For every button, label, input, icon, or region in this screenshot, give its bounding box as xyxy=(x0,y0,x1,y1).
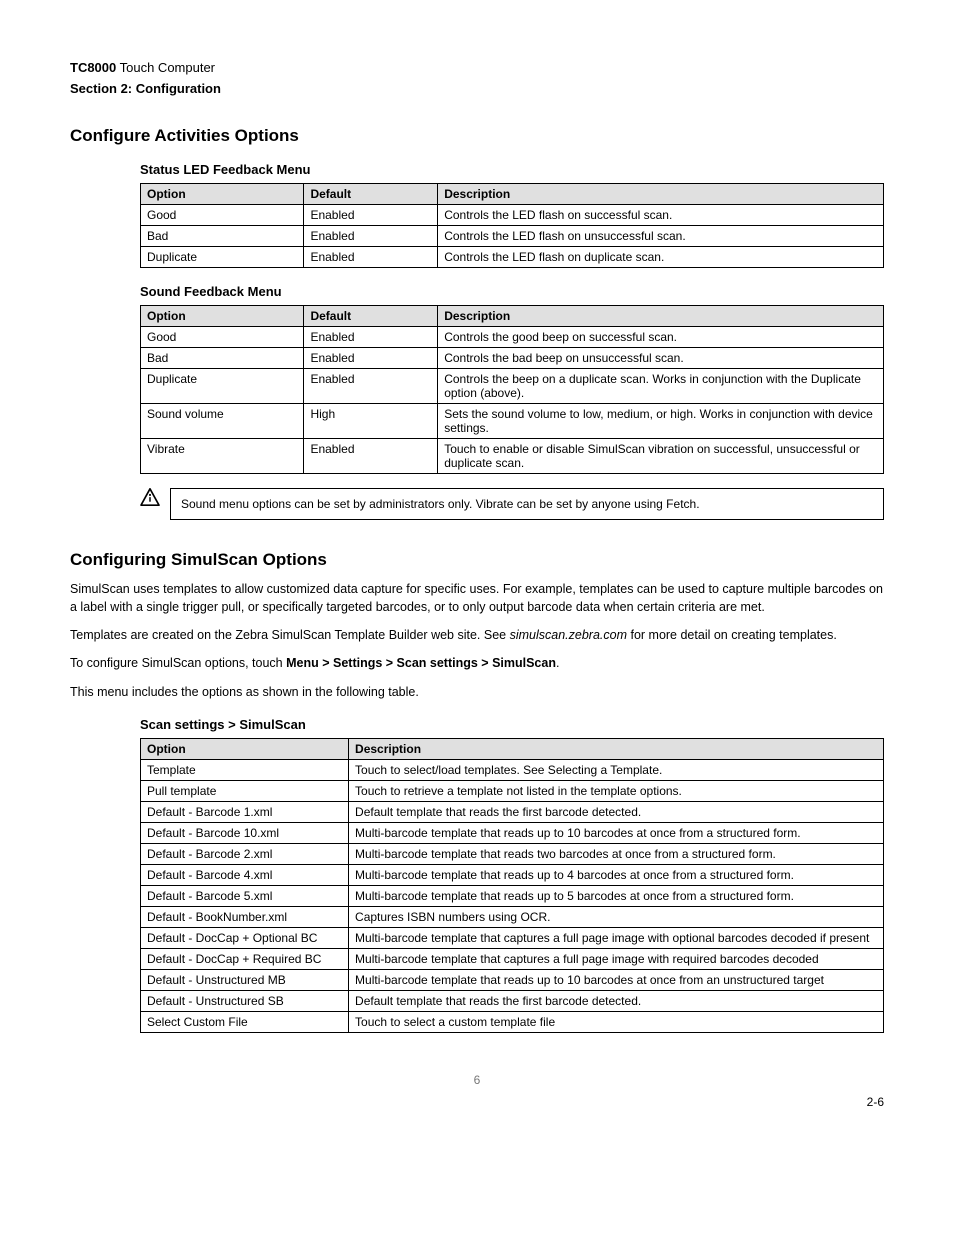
table-row: Default - Barcode 4.xmlMulti-barcode tem… xyxy=(141,864,884,885)
table-row: GoodEnabledControls the good beep on suc… xyxy=(141,327,884,348)
col-description: Description xyxy=(438,184,884,205)
para2-pre: Templates are created on the Zebra Simul… xyxy=(70,628,510,642)
info-icon xyxy=(140,488,160,506)
status-led-table: Option Default Description GoodEnabledCo… xyxy=(140,183,884,268)
table-row: Pull templateTouch to retrieve a templat… xyxy=(141,780,884,801)
table2-caption: Sound Feedback Menu xyxy=(140,284,884,299)
col-description: Description xyxy=(438,306,884,327)
page-number-right: 2-6 xyxy=(70,1095,884,1109)
table1-caption: Status LED Feedback Menu xyxy=(140,162,884,177)
table-row: Option Description xyxy=(141,738,884,759)
table-row: Default - DocCap + Required BCMulti-barc… xyxy=(141,948,884,969)
para4: This menu includes the options as shown … xyxy=(70,683,884,701)
table-row: Default - Unstructured MBMulti-barcode t… xyxy=(141,969,884,990)
para3-post: . xyxy=(556,656,559,670)
col-option: Option xyxy=(141,306,304,327)
table-row: Default - Barcode 5.xmlMulti-barcode tem… xyxy=(141,885,884,906)
table-row: BadEnabledControls the bad beep on unsuc… xyxy=(141,348,884,369)
table-row: Default - Unstructured SBDefault templat… xyxy=(141,990,884,1011)
table-row: Sound volumeHighSets the sound volume to… xyxy=(141,404,884,439)
table-row: TemplateTouch to select/load templates. … xyxy=(141,759,884,780)
table-row: DuplicateEnabledControls the beep on a d… xyxy=(141,369,884,404)
table-row: GoodEnabledControls the LED flash on suc… xyxy=(141,205,884,226)
para1: SimulScan uses templates to allow custom… xyxy=(70,580,884,616)
model-name: TC8000 xyxy=(70,60,116,75)
page-number-center: 6 xyxy=(70,1073,884,1087)
menu-path: Menu > Settings > Scan settings > SimulS… xyxy=(286,656,556,670)
col-default: Default xyxy=(304,184,438,205)
table-row: Default - Barcode 1.xmlDefault template … xyxy=(141,801,884,822)
col-default: Default xyxy=(304,306,438,327)
col-option: Option xyxy=(141,184,304,205)
para3-pre: To configure SimulScan options, touch xyxy=(70,656,286,670)
col-description: Description xyxy=(349,738,884,759)
section-path: Section 2: Configuration xyxy=(70,81,884,96)
table-row: Select Custom FileTouch to select a cust… xyxy=(141,1011,884,1032)
simulscan-link[interactable]: simulscan.zebra.com xyxy=(510,628,627,642)
configuring-simulscan-heading: Configuring SimulScan Options xyxy=(70,550,884,570)
table3-caption: Scan settings > SimulScan xyxy=(140,717,884,732)
table-row: Option Default Description xyxy=(141,306,884,327)
para2-post: for more detail on creating templates. xyxy=(627,628,837,642)
configure-activities-heading: Configure Activities Options xyxy=(70,126,884,146)
notice-text: Sound menu options can be set by adminis… xyxy=(170,488,884,520)
sound-feedback-table: Option Default Description GoodEnabledCo… xyxy=(140,305,884,474)
simulscan-table: Option Description TemplateTouch to sele… xyxy=(140,738,884,1033)
table-row: VibrateEnabledTouch to enable or disable… xyxy=(141,439,884,474)
table-row: Default - Barcode 2.xmlMulti-barcode tem… xyxy=(141,843,884,864)
table-row: DuplicateEnabledControls the LED flash o… xyxy=(141,247,884,268)
table-row: Default - Barcode 10.xmlMulti-barcode te… xyxy=(141,822,884,843)
table-row: BadEnabledControls the LED flash on unsu… xyxy=(141,226,884,247)
table-row: Default - BookNumber.xmlCaptures ISBN nu… xyxy=(141,906,884,927)
col-option: Option xyxy=(141,738,349,759)
table-row: Option Default Description xyxy=(141,184,884,205)
table-row: Default - DocCap + Optional BCMulti-barc… xyxy=(141,927,884,948)
model-suffix: Touch Computer xyxy=(116,60,215,75)
